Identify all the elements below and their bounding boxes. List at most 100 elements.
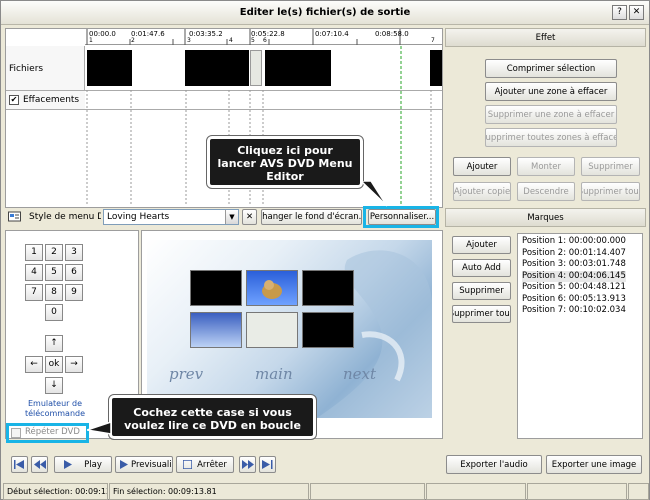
- tick-label: 0:03:35.2: [189, 30, 223, 38]
- remote-key-2[interactable]: 2: [45, 244, 63, 261]
- remote-key-9[interactable]: 9: [65, 284, 83, 301]
- list-item[interactable]: Position 4: 00:04:06.145: [522, 270, 626, 282]
- track-label-erase: ✔ Effacements: [6, 90, 85, 110]
- change-background-button[interactable]: Changer le fond d'écran...: [261, 209, 362, 225]
- title-bar: Editer le(s) fichier(s) de sortie: [1, 1, 649, 25]
- remote-key-0[interactable]: 0: [45, 304, 63, 321]
- remote-key-3[interactable]: 3: [65, 244, 83, 261]
- chapter-thumb-3[interactable]: [302, 270, 354, 306]
- marques-header: Marques: [445, 208, 646, 227]
- customize-highlight: [363, 206, 439, 228]
- remote-key-4[interactable]: 4: [25, 264, 43, 281]
- delete-style-button[interactable]: ✕: [242, 209, 257, 225]
- close-button[interactable]: ✕: [629, 5, 644, 20]
- effet-header: Effet: [445, 28, 646, 47]
- remote-up-button[interactable]: ↑: [45, 335, 63, 352]
- remote-key-8[interactable]: 8: [45, 284, 63, 301]
- effect-up-button[interactable]: Monter: [517, 157, 575, 176]
- chevron-down-icon[interactable]: ▼: [225, 210, 238, 224]
- editor-window: Editer le(s) fichier(s) de sortie ? ✕ 00…: [0, 0, 650, 500]
- effect-add-copy-button[interactable]: Ajouter copie: [453, 182, 511, 201]
- effect-delete-button[interactable]: Supprimer: [581, 157, 640, 176]
- effect-delete-all-button[interactable]: Supprimer tous: [581, 182, 640, 201]
- marker-number: 1: [89, 37, 93, 44]
- stop-icon: [183, 460, 193, 469]
- status-panel: [527, 483, 627, 500]
- menu-style-icon: [8, 211, 21, 222]
- status-panel: [310, 483, 425, 500]
- menu-prev-text[interactable]: prev: [169, 365, 203, 383]
- marker-number: 2: [131, 37, 135, 44]
- status-selection-start: Début sélection: 00:09:13.81: [3, 483, 108, 500]
- marker-number: 6: [263, 37, 267, 44]
- tick-label: 0:07:10.4: [315, 30, 349, 38]
- callout-pointer: [87, 422, 112, 435]
- marks-list[interactable]: Position 1: 00:00:00.000 Position 2: 00:…: [517, 233, 643, 439]
- play-button[interactable]: Play: [54, 456, 112, 473]
- chapter-thumb-5[interactable]: [246, 312, 298, 348]
- list-item[interactable]: Position 7: 00:10:02.034: [522, 305, 626, 317]
- export-image-button[interactable]: Exporter une image: [546, 455, 642, 474]
- menu-style-select[interactable]: Loving Hearts ▼: [103, 209, 239, 225]
- mark-add-button[interactable]: Ajouter: [452, 236, 511, 254]
- mark-delete-all-button[interactable]: Supprimer tous: [452, 305, 511, 323]
- chapter-thumb-2[interactable]: [246, 270, 298, 306]
- tick-label: 0:01:47.6: [131, 30, 165, 38]
- list-item[interactable]: Position 3: 00:03:01.748: [522, 259, 626, 271]
- menu-preview-image: prev main next: [147, 240, 432, 418]
- help-button[interactable]: ?: [612, 5, 627, 20]
- window-title: Editer le(s) fichier(s) de sortie: [239, 7, 411, 18]
- effect-down-button[interactable]: Descendre: [517, 182, 575, 201]
- go-start-icon[interactable]: [11, 456, 28, 473]
- remote-down-button[interactable]: ↓: [45, 377, 63, 394]
- list-item[interactable]: Position 5: 00:04:48.121: [522, 282, 626, 294]
- remote-right-button[interactable]: →: [65, 356, 83, 373]
- menu-main-text[interactable]: main: [255, 365, 293, 383]
- remote-key-7[interactable]: 7: [25, 284, 43, 301]
- delete-all-zones-button[interactable]: Supprimer toutes zones à effacer: [485, 128, 617, 147]
- callout-pointer: [361, 181, 388, 207]
- remote-ok-button[interactable]: ok: [45, 356, 63, 373]
- menu-style-label: Style de menu DVD: [29, 212, 101, 222]
- chapter-thumb-4[interactable]: [190, 312, 242, 348]
- list-item[interactable]: Position 2: 00:01:14.407: [522, 248, 626, 260]
- erase-checkbox[interactable]: ✔: [9, 95, 19, 105]
- compress-selection-button[interactable]: Comprimer sélection: [485, 59, 617, 78]
- list-item[interactable]: Position 6: 00:05:13.913: [522, 294, 626, 306]
- status-selection-end: Fin sélection: 00:09:13.81: [109, 483, 309, 500]
- tick-label: 0:08:58.0: [375, 30, 409, 38]
- callout-customize: Cliquez ici pour lancer AVS DVD Menu Edi…: [206, 135, 364, 189]
- tick-label: 0:05:22.8: [251, 30, 285, 38]
- fast-forward-icon[interactable]: [239, 456, 256, 473]
- remote-key-1[interactable]: 1: [25, 244, 43, 261]
- preview-button[interactable]: Previsualiser: [115, 456, 173, 473]
- mark-delete-button[interactable]: Supprimer: [452, 282, 511, 300]
- rewind-icon[interactable]: [31, 456, 48, 473]
- delete-erase-zone-button[interactable]: Supprimer une zone à effacer: [485, 105, 617, 124]
- play-icon: [64, 460, 73, 469]
- remote-key-6[interactable]: 6: [65, 264, 83, 281]
- status-panel: [426, 483, 526, 500]
- stop-button[interactable]: Arrêter: [176, 456, 234, 473]
- chapter-thumb-6[interactable]: [302, 312, 354, 348]
- preview-icon: [120, 460, 128, 469]
- track-label-files: Fichiers: [6, 46, 85, 90]
- marker-number: 7: [431, 37, 435, 44]
- time-ruler: 00:00.0 0:01:47.6 0:03:35.2 0:05:22.8 0:…: [85, 29, 442, 45]
- remote-left-button[interactable]: ←: [25, 356, 43, 373]
- add-erase-zone-button[interactable]: Ajouter une zone à effacer: [485, 82, 617, 101]
- remote-key-5[interactable]: 5: [45, 264, 63, 281]
- menu-next-text[interactable]: next: [343, 365, 376, 383]
- effect-add-button[interactable]: Ajouter: [453, 157, 511, 176]
- marker-number: 3: [187, 37, 191, 44]
- go-end-icon[interactable]: [259, 456, 276, 473]
- export-audio-button[interactable]: Exporter l'audio: [446, 455, 542, 474]
- callout-repeat: Cochez cette case si vous voulez lire ce…: [108, 394, 317, 440]
- marker-number: 4: [229, 37, 233, 44]
- tick-label: 00:00.0: [89, 30, 116, 38]
- marker-number: 5: [251, 37, 255, 44]
- list-item[interactable]: Position 1: 00:00:00.000: [522, 236, 626, 248]
- mark-auto-add-button[interactable]: Auto Add: [452, 259, 511, 277]
- status-panel: [628, 483, 649, 500]
- chapter-thumb-1[interactable]: [190, 270, 242, 306]
